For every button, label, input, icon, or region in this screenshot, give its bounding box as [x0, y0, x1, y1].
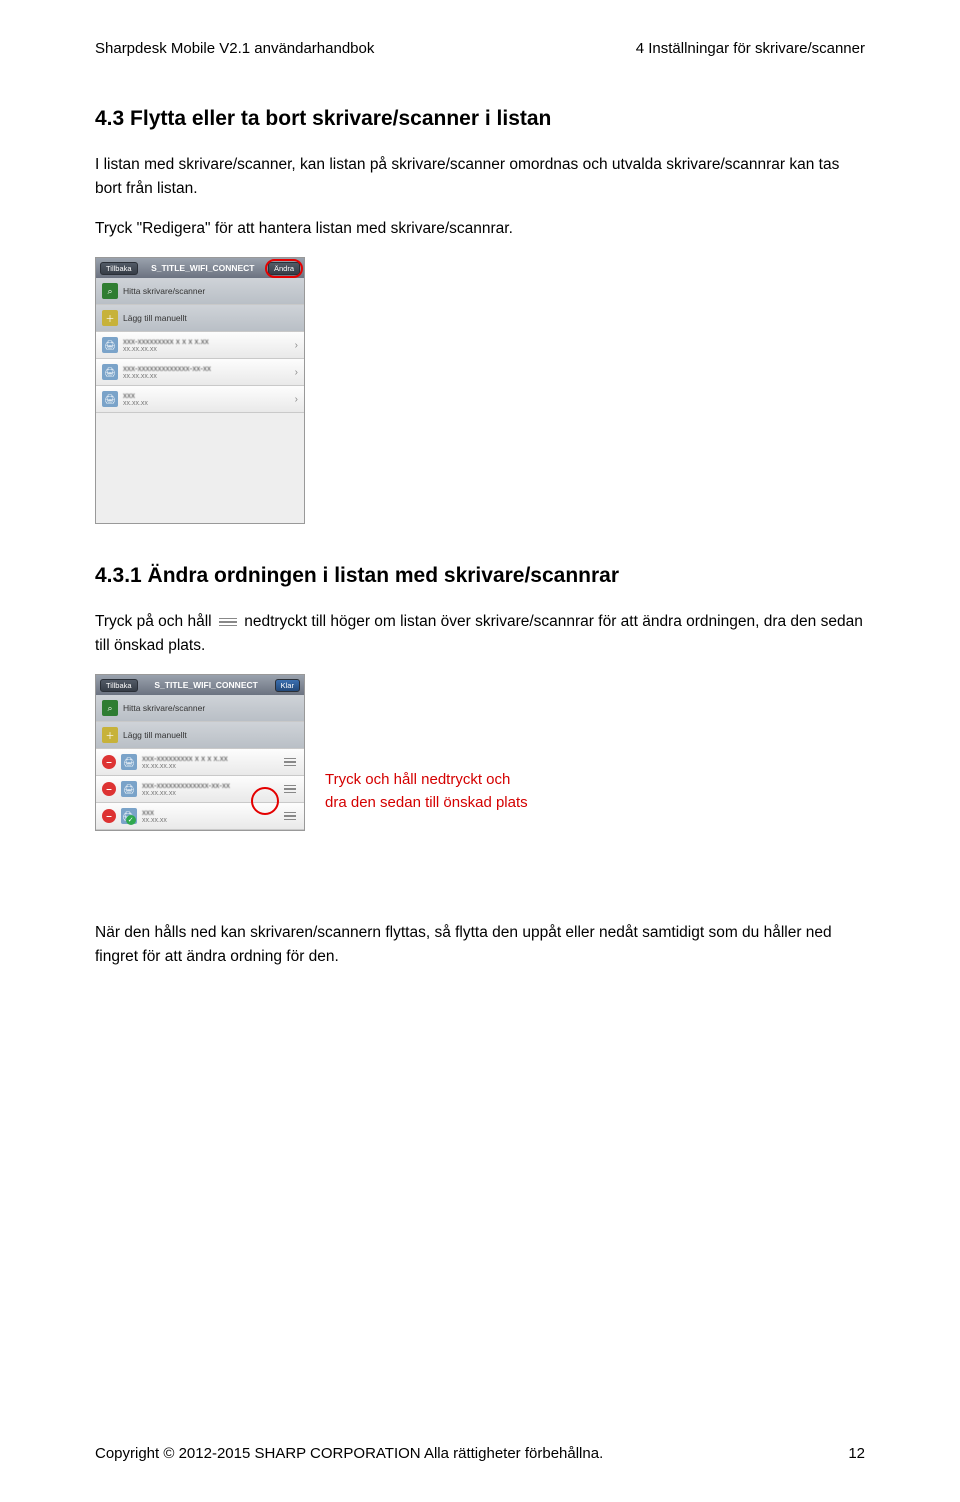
search-icon: ⌕ — [102, 283, 118, 299]
printer-row-editable[interactable]: – 🖨 xxx-xxxxxxxxx x x x x.xxxx.xx.xx.xx — [96, 749, 304, 776]
add-icon: ＋ — [102, 310, 118, 326]
paragraph-last: När den hålls ned kan skrivaren/scannern… — [95, 921, 865, 969]
header-right: 4 Inställningar för skrivare/scanner — [636, 40, 865, 57]
callout-line2: dra den sedan till önskad plats — [325, 792, 528, 815]
find-printer-label: Hitta skrivare/scanner — [123, 286, 298, 296]
callout-text: Tryck och håll nedtryckt och dra den sed… — [325, 769, 528, 814]
printer-icon: 🖨 — [121, 781, 137, 797]
page-footer: Copyright © 2012-2015 SHARP CORPORATION … — [95, 1445, 865, 1462]
printer-name: xxx-xxxxxxxxx x x x x.xx — [123, 337, 290, 346]
search-icon: ⌕ — [102, 700, 118, 716]
drag-handle-icon — [219, 618, 237, 627]
add-manual-label: Lägg till manuellt — [123, 313, 298, 323]
p-before: Tryck på och håll — [95, 613, 212, 630]
printer-ip: xx.xx.xx.xx — [142, 790, 277, 797]
printer-row[interactable]: 🖨 xxx-xxxxxxxxxxxxx-xx-xxxx.xx.xx.xx › — [96, 359, 304, 386]
add-manual-row[interactable]: ＋ Lägg till manuellt — [96, 722, 304, 749]
printer-name: xxx — [123, 391, 290, 400]
add-icon: ＋ — [102, 727, 118, 743]
screenshot-edit-list: Tillbaka S_TITLE_WIFI_CONNECT Ändra ⌕ Hi… — [95, 257, 305, 524]
screenshot-reorder: Tillbaka S_TITLE_WIFI_CONNECT Klar ⌕ Hit… — [95, 674, 305, 831]
printer-row[interactable]: 🖨 xxxxx.xx.xx › — [96, 386, 304, 413]
delete-icon[interactable]: – — [102, 809, 116, 823]
screenshot-topbar: Tillbaka S_TITLE_WIFI_CONNECT Klar — [96, 675, 304, 695]
printer-icon: 🖨 — [102, 337, 118, 353]
drag-handle-icon[interactable] — [282, 812, 298, 821]
printer-ip: xx.xx.xx — [123, 400, 290, 407]
add-manual-label: Lägg till manuellt — [123, 730, 298, 740]
add-manual-row[interactable]: ＋ Lägg till manuellt — [96, 305, 304, 332]
section-4-3-1-title: 4.3.1 Ändra ordningen i listan med skriv… — [95, 564, 865, 588]
drag-handle-icon[interactable] — [282, 758, 298, 767]
find-printer-label: Hitta skrivare/scanner — [123, 703, 298, 713]
printer-icon: 🖨 — [102, 364, 118, 380]
find-printer-row[interactable]: ⌕ Hitta skrivare/scanner — [96, 278, 304, 305]
callout-line1: Tryck och håll nedtryckt och — [325, 769, 528, 792]
printer-icon: 🖨 — [102, 391, 118, 407]
chevron-right-icon: › — [295, 367, 298, 378]
printer-row-editable[interactable]: – 🖨 xxx-xxxxxxxxxxxxx-xx-xxxx.xx.xx.xx — [96, 776, 304, 803]
printer-name: xxx-xxxxxxxxxxxxx-xx-xx — [142, 781, 277, 790]
screen-title: S_TITLE_WIFI_CONNECT — [151, 263, 254, 273]
printer-row[interactable]: 🖨 xxx-xxxxxxxxx x x x x.xxxx.xx.xx.xx › — [96, 332, 304, 359]
printer-name: xxx-xxxxxxxxxxxxx-xx-xx — [123, 364, 290, 373]
edit-button[interactable]: Ändra — [268, 262, 300, 275]
section-4-3-p2: Tryck "Redigera" för att hantera listan … — [95, 217, 865, 241]
copyright: Copyright © 2012-2015 SHARP CORPORATION … — [95, 1445, 603, 1462]
chevron-right-icon: › — [295, 394, 298, 405]
printer-ip: xx.xx.xx.xx — [123, 373, 290, 380]
section-4-3-p1: I listan med skrivare/scanner, kan lista… — [95, 153, 865, 201]
screen-title: S_TITLE_WIFI_CONNECT — [154, 680, 257, 690]
page-number: 12 — [848, 1445, 865, 1462]
printer-row-editable[interactable]: – 🖨✓ xxxxx.xx.xx — [96, 803, 304, 830]
drag-handle-icon[interactable] — [282, 785, 298, 794]
printer-icon: 🖨✓ — [121, 808, 137, 824]
printer-name: xxx-xxxxxxxxx x x x x.xx — [142, 754, 277, 763]
section-4-3-title: 4.3 Flytta eller ta bort skrivare/scanne… — [95, 107, 865, 131]
find-printer-row[interactable]: ⌕ Hitta skrivare/scanner — [96, 695, 304, 722]
back-button[interactable]: Tillbaka — [100, 262, 138, 275]
page-header: Sharpdesk Mobile V2.1 användarhandbok 4 … — [95, 40, 865, 57]
chevron-right-icon: › — [295, 340, 298, 351]
done-button[interactable]: Klar — [275, 679, 300, 692]
header-left: Sharpdesk Mobile V2.1 användarhandbok — [95, 40, 374, 57]
printer-icon: 🖨 — [121, 754, 137, 770]
printer-ip: xx.xx.xx.xx — [123, 346, 290, 353]
check-badge-icon: ✓ — [126, 815, 136, 825]
screenshot-topbar: Tillbaka S_TITLE_WIFI_CONNECT Ändra — [96, 258, 304, 278]
delete-icon[interactable]: – — [102, 755, 116, 769]
empty-space — [96, 413, 304, 523]
delete-icon[interactable]: – — [102, 782, 116, 796]
printer-ip: xx.xx.xx.xx — [142, 763, 277, 770]
printer-ip: xx.xx.xx — [142, 817, 277, 824]
back-button[interactable]: Tillbaka — [100, 679, 138, 692]
printer-name: xxx — [142, 808, 277, 817]
section-4-3-1-p: Tryck på och håll nedtryckt till höger o… — [95, 610, 865, 658]
